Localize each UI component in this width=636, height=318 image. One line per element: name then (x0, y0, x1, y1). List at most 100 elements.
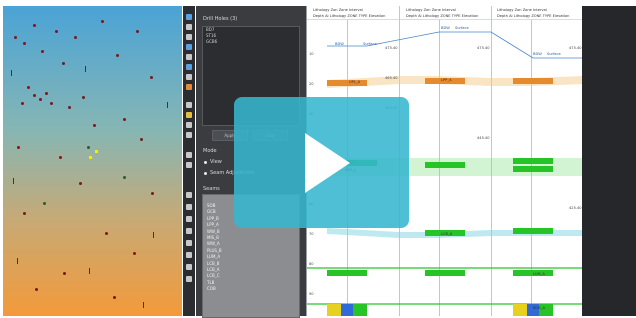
section-icon[interactable] (186, 84, 192, 90)
well-trace (89, 268, 90, 274)
highlight-icon[interactable] (186, 112, 192, 118)
seam-label: LUM_A (533, 272, 545, 276)
well-marker[interactable] (63, 272, 66, 275)
seam-interval[interactable] (327, 80, 367, 86)
drill-holes-title: Drill Holes (3) (203, 16, 238, 22)
well-marker[interactable] (68, 106, 71, 109)
elevation-label: 475.40 (477, 46, 490, 50)
elevation-label: 445.40 (477, 136, 490, 140)
text-icon[interactable] (186, 264, 192, 270)
rectangle-icon[interactable] (186, 252, 192, 258)
well-marker[interactable] (23, 212, 26, 215)
brush-icon[interactable] (186, 192, 192, 198)
map-view[interactable] (3, 6, 182, 316)
elevation-label: 475.40 (385, 46, 398, 50)
well-marker[interactable] (14, 36, 17, 39)
well-marker[interactable] (17, 146, 20, 149)
line-icon[interactable] (186, 216, 192, 222)
well-marker[interactable] (140, 138, 143, 141)
elevation-label: 475.40 (569, 46, 582, 50)
seams-label: Seams (203, 186, 220, 192)
circle-icon[interactable] (186, 228, 192, 234)
well-marker[interactable] (136, 30, 139, 33)
well-marker[interactable] (82, 96, 85, 99)
depth-label: 20 (309, 82, 314, 86)
rotate-icon[interactable] (186, 44, 192, 50)
play-icon (305, 133, 350, 193)
measure-icon[interactable] (186, 54, 192, 60)
label-icon[interactable] (186, 122, 192, 128)
layers-icon[interactable] (186, 64, 192, 70)
zoom-icon[interactable] (186, 34, 192, 40)
well-marker[interactable] (39, 98, 42, 101)
seam-interval[interactable] (513, 228, 553, 234)
well-marker[interactable] (41, 50, 44, 53)
eraser-icon[interactable] (186, 276, 192, 282)
well-marker[interactable] (93, 124, 96, 127)
seam-interval[interactable] (353, 304, 367, 316)
mode-view-radio[interactable] (204, 161, 207, 164)
seam-label: UPL_A (349, 80, 361, 84)
well-marker[interactable] (150, 76, 153, 79)
right-gutter (582, 6, 636, 316)
selected-well-marker[interactable] (89, 156, 92, 159)
depth-label: 90 (309, 292, 314, 296)
seam-interval[interactable] (341, 304, 353, 316)
well-marker[interactable] (79, 182, 82, 185)
export-icon[interactable] (186, 132, 192, 138)
selected-well-marker[interactable] (95, 150, 98, 153)
well-trace (143, 302, 144, 308)
well-marker[interactable] (87, 146, 90, 149)
tool-strip (183, 6, 195, 316)
well-marker[interactable] (123, 118, 126, 121)
well-marker[interactable] (133, 252, 136, 255)
well-marker[interactable] (116, 54, 119, 57)
depth-label: 10 (309, 52, 314, 56)
seam-interval[interactable] (425, 270, 465, 276)
well-marker[interactable] (151, 192, 154, 195)
depth-label: 70 (309, 232, 314, 236)
well-marker[interactable] (33, 24, 36, 27)
seam-label: BOB_A (533, 306, 545, 310)
seam-interval[interactable] (425, 162, 465, 168)
well-marker[interactable] (105, 232, 108, 235)
seam-interval[interactable] (513, 304, 527, 316)
grid-icon[interactable] (186, 102, 192, 108)
well-trace (85, 66, 86, 72)
well-trace (11, 70, 12, 76)
well-marker[interactable] (43, 202, 46, 205)
well-marker[interactable] (27, 86, 30, 89)
seam-interval[interactable] (513, 158, 553, 164)
seam-interval[interactable] (513, 78, 553, 84)
well-marker[interactable] (55, 30, 58, 33)
well-trace (17, 258, 18, 264)
drill-hole-item[interactable]: GCB6 (203, 39, 299, 45)
seam-label: LCB_A (441, 232, 453, 236)
well-marker[interactable] (45, 92, 48, 95)
seam-interval[interactable] (513, 166, 553, 172)
pan-icon[interactable] (186, 24, 192, 30)
well-marker[interactable] (59, 156, 62, 159)
well-marker[interactable] (33, 94, 36, 97)
triangle-icon[interactable] (186, 204, 192, 210)
seam-item[interactable]: COB (203, 286, 299, 292)
filter-icon[interactable] (186, 74, 192, 80)
well-marker[interactable] (101, 20, 104, 23)
well-marker[interactable] (123, 176, 126, 179)
seam-interval[interactable] (327, 304, 341, 316)
polygon-icon[interactable] (186, 240, 192, 246)
play-button[interactable] (234, 97, 409, 228)
seam-interval[interactable] (327, 270, 367, 276)
elevation-label: 425.40 (569, 206, 582, 210)
well-marker[interactable] (50, 102, 53, 105)
edit-icon[interactable] (186, 162, 192, 168)
well-marker[interactable] (74, 36, 77, 39)
well-marker[interactable] (62, 62, 65, 65)
draw-icon[interactable] (186, 152, 192, 158)
well-marker[interactable] (113, 296, 116, 299)
well-marker[interactable] (23, 42, 26, 45)
well-marker[interactable] (35, 288, 38, 291)
select-icon[interactable] (186, 14, 192, 20)
mode-seam-adjustment-radio[interactable] (204, 172, 207, 175)
well-marker[interactable] (21, 102, 24, 105)
